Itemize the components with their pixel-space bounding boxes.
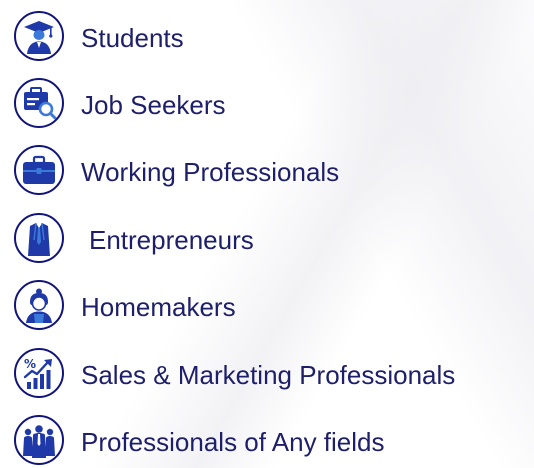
list-item-working-professionals: Working Professionals bbox=[0, 142, 534, 198]
item-label-sales-marketing-professionals: Sales & Marketing Professionals bbox=[81, 360, 456, 390]
job-search-icon bbox=[14, 78, 64, 128]
audience-list: Students Job Seekers Working Professiona… bbox=[0, 0, 534, 468]
item-label-professionals-any-fields: Professionals of Any fields bbox=[81, 427, 385, 457]
item-label-working-professionals: Working Professionals bbox=[81, 157, 340, 187]
list-item-job-seekers: Job Seekers bbox=[0, 75, 534, 131]
item-label-homemakers: Homemakers bbox=[81, 292, 236, 322]
list-item-professionals-any-fields: Professionals of Any fields bbox=[0, 412, 534, 468]
list-item-sales-marketing-professionals: % Sales & Marketing Professionals bbox=[0, 345, 534, 401]
businessman-suit-icon bbox=[14, 213, 64, 263]
briefcase-icon bbox=[14, 145, 64, 195]
group-of-people-icon bbox=[14, 415, 64, 465]
svg-text:%: % bbox=[24, 357, 36, 371]
sales-growth-chart-icon: % bbox=[14, 348, 64, 398]
graduate-icon bbox=[14, 11, 64, 61]
item-label-entrepreneurs: Entrepreneurs bbox=[89, 225, 254, 255]
list-item-students: Students bbox=[0, 8, 534, 64]
list-item-entrepreneurs: Entrepreneurs bbox=[0, 210, 534, 266]
list-item-homemakers: Homemakers bbox=[0, 277, 534, 333]
item-label-job-seekers: Job Seekers bbox=[81, 90, 226, 120]
item-label-students: Students bbox=[81, 23, 184, 53]
homemaker-icon bbox=[14, 280, 64, 330]
